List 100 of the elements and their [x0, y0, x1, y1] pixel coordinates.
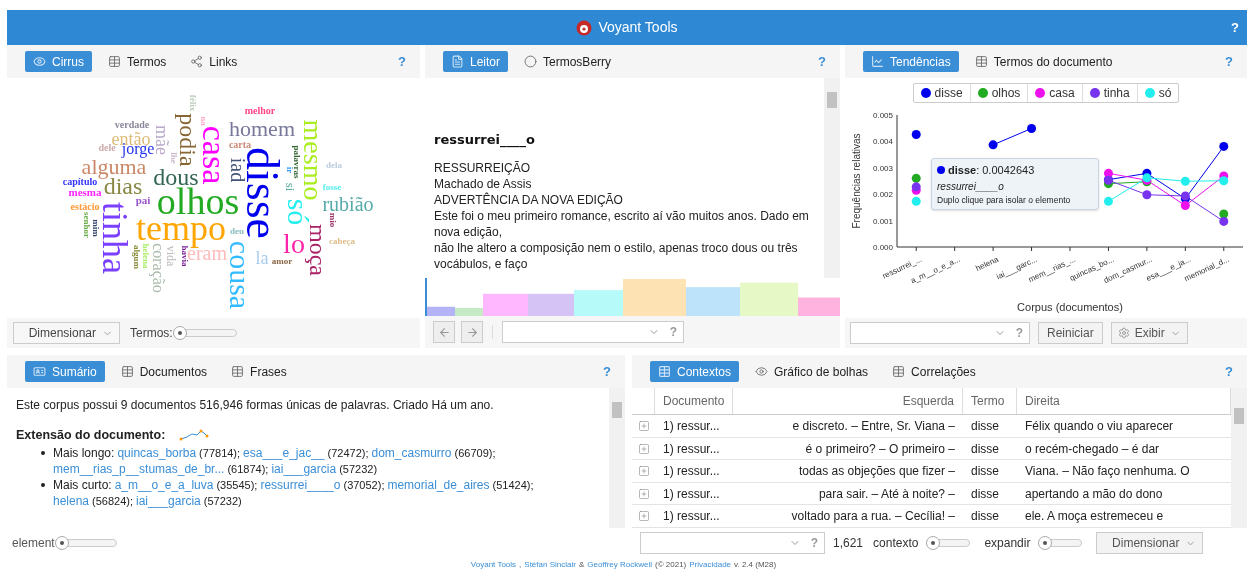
- document-link[interactable]: iai___garcia: [271, 460, 337, 477]
- footer-link[interactable]: Geoffrey Rockwell: [587, 558, 652, 571]
- data-point[interactable]: [1180, 191, 1190, 201]
- tab[interactable]: Sumário: [25, 361, 105, 382]
- tab[interactable]: Documentos: [112, 361, 216, 382]
- search-combo-field[interactable]: ?: [850, 322, 1030, 344]
- cloud-word[interactable]: mesma: [68, 188, 102, 198]
- footer-link[interactable]: Stéfan Sinclair: [524, 558, 576, 571]
- footer-link[interactable]: Privacidade: [689, 558, 732, 571]
- data-point[interactable]: [911, 130, 921, 140]
- cloud-word[interactable]: estácio: [70, 202, 100, 212]
- cloud-word[interactable]: tinha: [99, 202, 131, 274]
- column-header[interactable]: Esquerda: [733, 388, 963, 415]
- tab[interactable]: Leitor: [443, 51, 509, 72]
- data-point[interactable]: [988, 140, 998, 150]
- document-link[interactable]: dom_casmurro: [371, 444, 452, 461]
- tab[interactable]: Frases: [223, 361, 295, 382]
- tab[interactable]: Correlações: [884, 361, 984, 382]
- help-button[interactable]: ?: [1231, 17, 1239, 38]
- size-dropdown-button[interactable]: Dimensionar: [1096, 532, 1204, 554]
- document-link[interactable]: iai___garcia: [136, 492, 201, 509]
- help-button[interactable]: ?: [1225, 361, 1233, 382]
- cloud-word[interactable]: senhor: [82, 212, 90, 238]
- help-icon[interactable]: ?: [1015, 324, 1023, 342]
- tab[interactable]: Links: [182, 51, 246, 72]
- help-button[interactable]: ?: [603, 361, 611, 382]
- cloud-word[interactable]: podia: [177, 113, 199, 167]
- data-point[interactable]: [911, 173, 921, 183]
- expand-icon[interactable]: [637, 465, 650, 478]
- cloud-word[interactable]: melhor: [244, 106, 276, 116]
- data-point[interactable]: [1103, 168, 1113, 178]
- cloud-word[interactable]: ir: [285, 166, 293, 174]
- cloud-word[interactable]: cousa: [227, 240, 253, 310]
- document-bars-drawing[interactable]: [425, 278, 840, 316]
- show-dropdown-button[interactable]: Exibir: [1110, 322, 1188, 344]
- expand-icon[interactable]: [637, 442, 650, 455]
- cloud-word[interactable]: verdade: [114, 120, 150, 130]
- cloud-word[interactable]: alguma: [81, 157, 147, 177]
- help-icon[interactable]: ?: [669, 323, 677, 341]
- cloud-word[interactable]: iad: [228, 157, 246, 183]
- data-point[interactable]: [1219, 141, 1229, 151]
- help-button[interactable]: ?: [818, 51, 826, 72]
- cloud-word[interactable]: dele: [98, 143, 116, 153]
- tab[interactable]: Cirrus: [25, 51, 92, 72]
- expand-icon[interactable]: [637, 510, 650, 523]
- legend-label[interactable]: só: [1158, 84, 1172, 102]
- tab[interactable]: Contextos: [650, 361, 740, 382]
- help-button[interactable]: ?: [1225, 51, 1233, 72]
- cloud-word[interactable]: rubião: [322, 195, 374, 213]
- tab[interactable]: Gráfico de bolhas: [747, 361, 877, 382]
- cloud-word[interactable]: jorge: [121, 142, 155, 156]
- cloud-word[interactable]: havia: [180, 245, 188, 267]
- cloud-word[interactable]: palavras: [292, 145, 300, 179]
- data-point[interactable]: [1219, 209, 1229, 219]
- expand-icon[interactable]: [637, 487, 650, 500]
- legend-label[interactable]: disse: [934, 84, 963, 102]
- legend-label[interactable]: casa: [1049, 84, 1075, 102]
- tab[interactable]: TermosBerry: [516, 51, 620, 72]
- cloud-word[interactable]: mãe: [153, 125, 169, 155]
- document-link[interactable]: memorial_de_aires: [387, 476, 490, 493]
- cloud-word[interactable]: capítulo: [62, 177, 98, 187]
- help-button[interactable]: ?: [398, 51, 406, 72]
- legend-label[interactable]: tinha: [1103, 84, 1130, 102]
- expand-icon[interactable]: [637, 420, 650, 433]
- document-link[interactable]: helena: [53, 492, 90, 509]
- cloud-word[interactable]: carta: [228, 140, 252, 150]
- cloud-word[interactable]: homem: [229, 119, 295, 139]
- forward-button[interactable]: [461, 321, 483, 343]
- scrollbar[interactable]: [609, 388, 625, 528]
- tab[interactable]: Termos do documento: [966, 51, 1121, 72]
- column-header[interactable]: Termo: [963, 388, 1017, 415]
- document-link[interactable]: esa___e_jac__: [243, 444, 325, 461]
- document-link[interactable]: mem__rias_p__stumas_de_br...: [53, 460, 225, 477]
- cloud-word[interactable]: si: [284, 182, 296, 192]
- cloud-word[interactable]: lo: [283, 232, 305, 256]
- cloud-word[interactable]: amor: [271, 258, 293, 266]
- data-point[interactable]: [1027, 123, 1037, 133]
- document-link[interactable]: quincas_borba: [117, 444, 197, 461]
- column-header[interactable]: Documento: [655, 388, 733, 415]
- footer-link[interactable]: Voyant Tools: [470, 558, 517, 571]
- cloud-word[interactable]: vida: [165, 245, 177, 267]
- cloud-word[interactable]: mio: [328, 212, 336, 228]
- tab[interactable]: Tendências: [863, 51, 959, 72]
- search-combo-field[interactable]: ?: [640, 532, 825, 554]
- cloud-word[interactable]: moça: [307, 224, 329, 276]
- reset-button[interactable]: Reiniciar: [1038, 322, 1103, 344]
- cloud-word[interactable]: mim: [91, 219, 99, 237]
- document-link[interactable]: a_m__o_e_a_luva: [114, 476, 214, 493]
- data-point[interactable]: [1219, 216, 1229, 226]
- tab[interactable]: Termos: [100, 51, 175, 72]
- help-icon[interactable]: ?: [810, 534, 818, 552]
- cloud-word[interactable]: cabeça: [329, 238, 355, 246]
- scrollbar[interactable]: [824, 78, 840, 278]
- legend-label[interactable]: olhos: [991, 84, 1021, 102]
- data-point[interactable]: [911, 182, 921, 192]
- size-dropdown-button[interactable]: Dimensionar: [13, 322, 120, 344]
- data-point[interactable]: [1180, 201, 1190, 211]
- data-point[interactable]: [1142, 190, 1152, 200]
- cloud-word[interactable]: casa: [199, 125, 229, 185]
- scrollbar[interactable]: [1231, 388, 1247, 528]
